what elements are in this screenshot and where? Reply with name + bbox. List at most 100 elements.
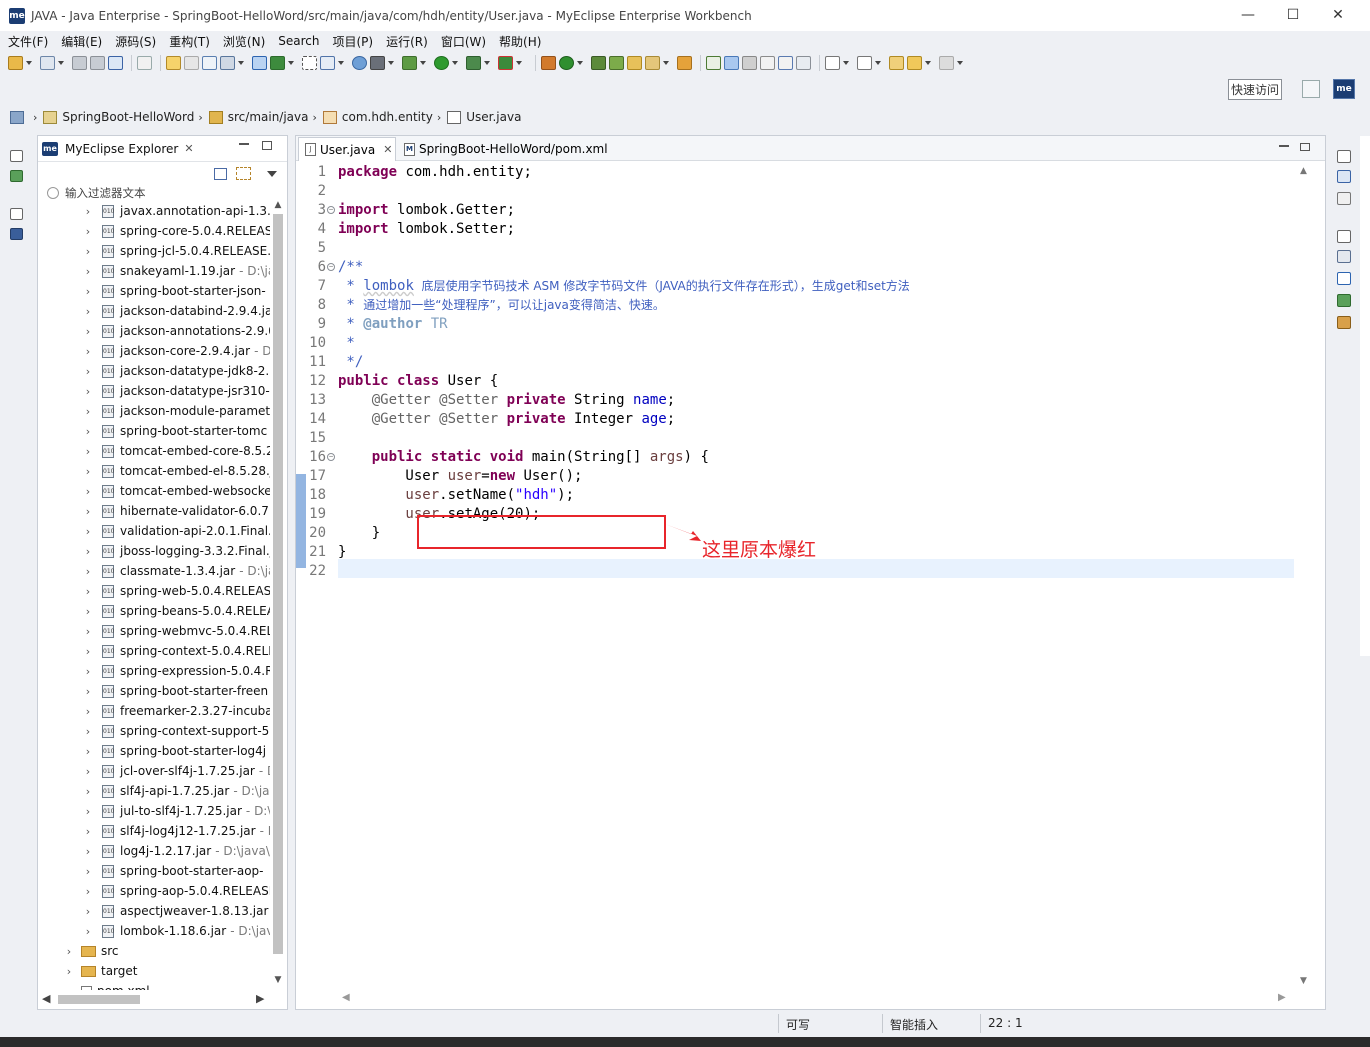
- search-icon[interactable]: [320, 56, 335, 70]
- restore-icon[interactable]: [1337, 150, 1351, 163]
- scroll-left-icon[interactable]: ◀: [342, 992, 350, 1003]
- scroll-down-icon[interactable]: ▼: [273, 975, 283, 985]
- save-icon[interactable]: [72, 56, 87, 70]
- expand-icon[interactable]: ›: [82, 385, 94, 398]
- expand-icon[interactable]: ›: [82, 725, 94, 738]
- menu-navigate[interactable]: 浏览(N): [223, 33, 265, 50]
- breadcrumb-project[interactable]: SpringBoot-HelloWord: [62, 110, 194, 124]
- chevron-down-icon[interactable]: [516, 61, 522, 65]
- tree-item-jar[interactable]: › 010 spring-beans-5.0.4.RELEA: [38, 601, 270, 621]
- last-edit-icon[interactable]: [889, 56, 904, 70]
- maximize-button[interactable]: ☐: [1281, 5, 1305, 25]
- task-icon[interactable]: [677, 56, 692, 70]
- new-icon[interactable]: [8, 56, 23, 70]
- expand-icon[interactable]: ›: [82, 245, 94, 258]
- chevron-down-icon[interactable]: [484, 61, 490, 65]
- servers-view-icon[interactable]: [10, 228, 23, 240]
- expand-icon[interactable]: ›: [82, 705, 94, 718]
- tree-item-jar[interactable]: › 010 javax.annotation-api-1.3.2: [38, 201, 270, 221]
- expand-icon[interactable]: ›: [82, 805, 94, 818]
- editor-vertical-scrollbar[interactable]: [1296, 162, 1312, 992]
- expand-icon[interactable]: ›: [82, 325, 94, 338]
- scroll-right-icon[interactable]: ▶: [256, 992, 264, 1005]
- chevron-down-icon[interactable]: [338, 61, 344, 65]
- editor-horizontal-scrollbar[interactable]: ◀ ▶: [338, 992, 1294, 1008]
- menu-search[interactable]: Search: [278, 34, 319, 48]
- tree-item-jar[interactable]: › 010 validation-api-2.0.1.Final.j: [38, 521, 270, 541]
- chevron-down-icon[interactable]: [420, 61, 426, 65]
- open-resource-icon[interactable]: [609, 56, 624, 70]
- link-with-editor-icon[interactable]: [236, 167, 251, 180]
- new-project-icon[interactable]: [40, 56, 55, 70]
- forward-icon[interactable]: [939, 56, 954, 70]
- expand-icon[interactable]: ›: [82, 485, 94, 498]
- expand-icon[interactable]: ›: [82, 425, 94, 438]
- menu-run[interactable]: 运行(R): [386, 33, 428, 50]
- new-class-icon[interactable]: [559, 56, 574, 70]
- expand-icon[interactable]: ›: [82, 525, 94, 538]
- collapse-all-icon[interactable]: [214, 168, 227, 180]
- tree-item-jar[interactable]: › 010 spring-webmvc-5.0.4.REL: [38, 621, 270, 641]
- chevron-down-icon[interactable]: [452, 61, 458, 65]
- maximize-icon[interactable]: [1300, 143, 1310, 151]
- tab-user-java[interactable]: J User.java ✕: [298, 137, 396, 161]
- expand-icon[interactable]: ›: [82, 225, 94, 238]
- scroll-down-icon[interactable]: ▼: [1300, 976, 1307, 986]
- expand-icon[interactable]: ›: [82, 345, 94, 358]
- tree-item-jar[interactable]: › 010 jackson-module-paramet: [38, 401, 270, 421]
- quick-access-field[interactable]: 快速访问: [1228, 79, 1282, 100]
- explorer-tab[interactable]: me MyEclipse Explorer ✕: [38, 136, 287, 162]
- tree-item-jar[interactable]: › 010 slf4j-log4j12-1.7.25.jar- D: [38, 821, 270, 841]
- folder-icon[interactable]: [627, 56, 642, 70]
- chevron-down-icon[interactable]: [58, 61, 64, 65]
- explorer-scroll-thumb[interactable]: [273, 214, 283, 954]
- minimize-icon[interactable]: [1279, 145, 1289, 147]
- expand-icon[interactable]: ›: [63, 965, 75, 978]
- tree-item-jar[interactable]: › 010 spring-web-5.0.4.RELEASE: [38, 581, 270, 601]
- minimize-button[interactable]: —: [1236, 5, 1260, 25]
- menu-window[interactable]: 窗口(W): [441, 33, 486, 50]
- menu-edit[interactable]: 编辑(E): [61, 33, 102, 50]
- tree-item-folder[interactable]: › target: [38, 961, 270, 981]
- tree-item-jar[interactable]: › 010 tomcat-embed-core-8.5.2: [38, 441, 270, 461]
- tree-item-jar[interactable]: › 010 spring-aop-5.0.4.RELEASE: [38, 881, 270, 901]
- chevron-down-icon[interactable]: [957, 61, 963, 65]
- chevron-down-icon[interactable]: [577, 61, 583, 65]
- menu-source[interactable]: 源码(S): [115, 33, 156, 50]
- chevron-down-icon[interactable]: [875, 61, 881, 65]
- tree-item-jar[interactable]: › 010 spring-core-5.0.4.RELEAS: [38, 221, 270, 241]
- skip-breakpoints-icon[interactable]: [137, 56, 152, 70]
- tree-item-jar[interactable]: › 010 lombok-1.18.6.jar - D:\jav: [38, 921, 270, 941]
- tree-item-jar[interactable]: › 010 jackson-databind-2.9.4.ja: [38, 301, 270, 321]
- menu-project[interactable]: 项目(P): [333, 33, 374, 50]
- redo-icon[interactable]: [184, 56, 199, 70]
- minimize-icon[interactable]: [239, 143, 249, 145]
- tree-item-jar[interactable]: › 010 spring-expression-5.0.4.R: [38, 661, 270, 681]
- expand-icon[interactable]: ›: [82, 825, 94, 838]
- open-type-icon[interactable]: [591, 56, 606, 70]
- run-config-icon[interactable]: [466, 56, 481, 70]
- block-icon[interactable]: [760, 56, 775, 70]
- expand-icon[interactable]: ›: [82, 785, 94, 798]
- chevron-down-icon[interactable]: [238, 61, 244, 65]
- external-tools-icon[interactable]: [498, 56, 513, 70]
- print-icon[interactable]: [108, 56, 123, 70]
- server-icon[interactable]: [220, 56, 235, 70]
- chevron-down-icon[interactable]: [26, 61, 32, 65]
- expand-icon[interactable]: ›: [82, 685, 94, 698]
- view-menu-icon[interactable]: [267, 171, 277, 177]
- chevron-down-icon[interactable]: [843, 61, 849, 65]
- restore-icon[interactable]: [10, 208, 23, 220]
- close-icon[interactable]: ✕: [184, 142, 193, 155]
- expand-icon[interactable]: ›: [82, 465, 94, 478]
- wand-icon[interactable]: [645, 56, 660, 70]
- expand-icon[interactable]: ›: [82, 285, 94, 298]
- chevron-down-icon[interactable]: [288, 61, 294, 65]
- tree-item-jar[interactable]: › 010 tomcat-embed-el-8.5.28.j: [38, 461, 270, 481]
- occurrences-icon[interactable]: [742, 56, 757, 70]
- breadcrumb-source-folder[interactable]: src/main/java: [228, 110, 309, 124]
- outline-icon[interactable]: [1337, 170, 1351, 183]
- chevron-down-icon[interactable]: [925, 61, 931, 65]
- tab-pom-xml[interactable]: M SpringBoot-HelloWord/pom.xml: [398, 137, 618, 161]
- servers-icon[interactable]: [1337, 316, 1351, 329]
